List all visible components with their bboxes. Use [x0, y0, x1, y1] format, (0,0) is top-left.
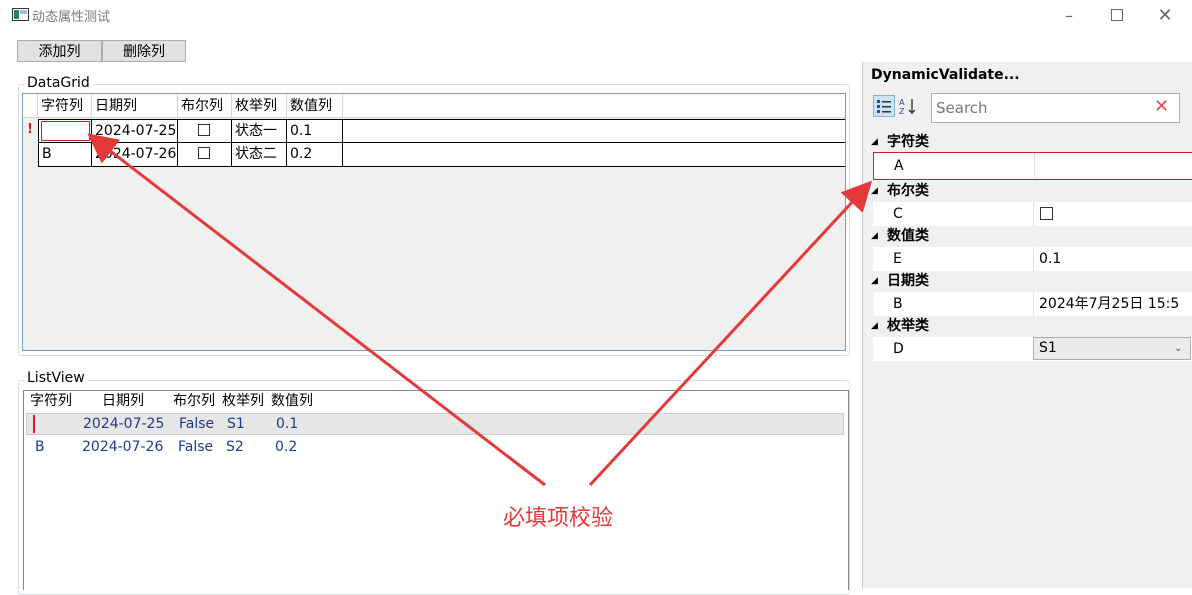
annotation-label: 必填项校验	[503, 506, 614, 531]
arrow-to-property-grid	[588, 180, 873, 487]
arrow-to-datagrid	[87, 133, 546, 487]
